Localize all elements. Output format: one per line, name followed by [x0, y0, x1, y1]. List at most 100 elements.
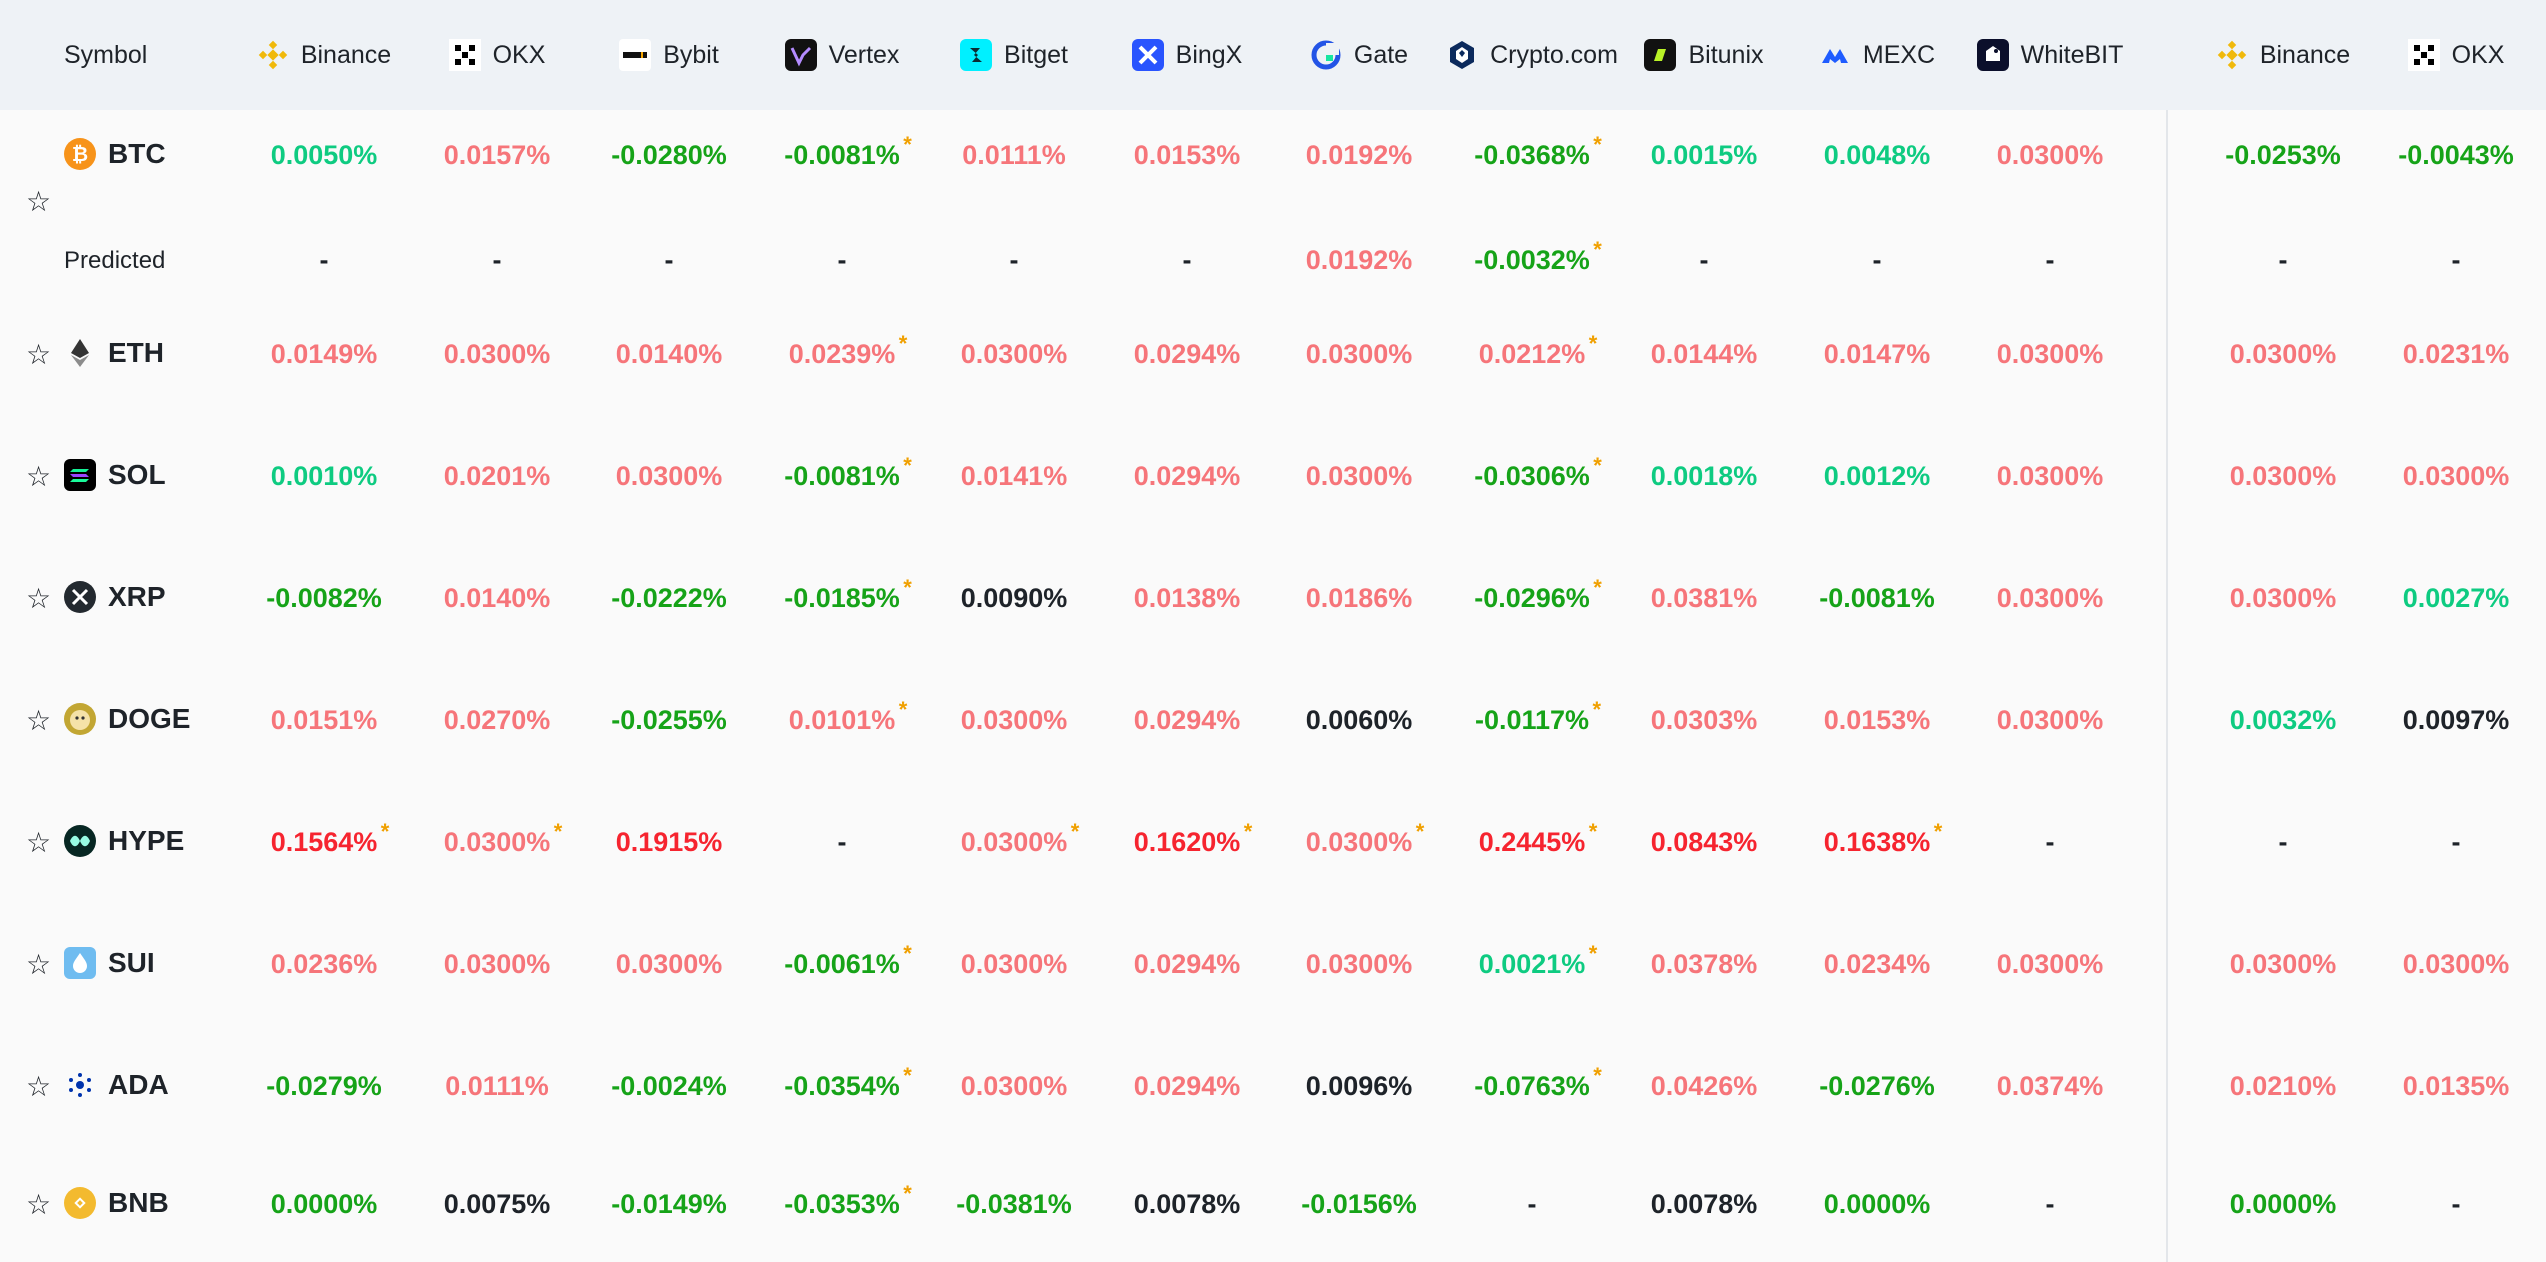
table-row-btc[interactable]: ☆ ₿ BTC 0.0050% 0.0157% -0.0280% -0.0081% * 0.01… — [0, 110, 2546, 295]
rate-value: 0.0300% * — [1305, 819, 1425, 857]
symbol-doge[interactable]: DOGE — [64, 703, 190, 735]
rate-value: - — [2045, 827, 2055, 857]
header-exchange-cryptocom[interactable]: Crypto.com — [1446, 0, 1618, 110]
sol-rate-cell: 0.0012% — [1791, 461, 1963, 492]
header-exchange-bybit[interactable]: Bybit — [583, 0, 755, 110]
estimated-marker: * — [898, 331, 908, 356]
btc-predicted-rate-cell: - — [2370, 245, 2542, 276]
eth-rate-cell: 0.0231% — [2370, 339, 2542, 370]
okx-icon — [2407, 39, 2440, 71]
btc-rate-cell: -0.0081% * — [756, 132, 928, 171]
rate-value: 0.1638% * — [1823, 819, 1943, 857]
btc-predicted-rate-cell: - — [928, 245, 1100, 276]
header-exchange-okx[interactable]: OKX — [411, 0, 583, 110]
header-exchange-bingx[interactable]: BingX — [1101, 0, 1273, 110]
symbol-sol[interactable]: SOL — [64, 459, 166, 491]
rate-value: 0.0300% — [960, 949, 1068, 979]
symbol-label: ETH — [108, 337, 164, 368]
estimated-marker: * — [1593, 1063, 1602, 1088]
favorite-star-icon[interactable]: ☆ — [26, 341, 54, 369]
rate-value: 0.0000% — [2229, 1189, 2337, 1219]
favorite-star-icon[interactable]: ☆ — [26, 1073, 54, 1101]
symbol-sui[interactable]: SUI — [64, 947, 155, 979]
rate-value: 0.0144% — [1650, 339, 1758, 369]
xrp-rate-cell: -0.0082% — [238, 583, 410, 614]
svg-text:₿: ₿ — [72, 142, 88, 166]
header-exchange-whitebit[interactable]: WhiteBIT — [1964, 0, 2136, 110]
btc-rate-cell: 0.0111% — [928, 140, 1100, 171]
rate-value: 0.0234% — [1823, 949, 1931, 979]
symbol-eth[interactable]: ETH — [64, 337, 164, 369]
header-exchange-mexc[interactable]: MEXC — [1791, 0, 1963, 110]
favorite-star-icon[interactable]: ☆ — [26, 188, 54, 216]
table-row-bnb[interactable]: ☆ BNB 0.0000% 0.0075% -0.0149% -0.0353% * -0.03… — [0, 1148, 2546, 1262]
doge-rate-cell: 0.0300% — [928, 705, 1100, 736]
header-exchange-binance[interactable]: Binance — [238, 0, 410, 110]
header-exchange-bitunix[interactable]: Bitunix — [1618, 0, 1790, 110]
header-symbol[interactable]: Symbol — [64, 0, 147, 110]
btc-rate-cell: 0.0153% — [1101, 140, 1273, 171]
favorite-star-icon[interactable]: ☆ — [26, 463, 54, 491]
rate-value: -0.0353% * — [784, 1181, 912, 1219]
table-row-xrp[interactable]: ☆ XRP -0.0082% 0.0140% -0.0222% -0.0185% * 0.00… — [0, 538, 2546, 661]
estimated-marker: * — [1593, 575, 1602, 600]
rate-value: -0.0296% * — [1474, 575, 1602, 613]
eth-rate-cell: 0.0144% — [1618, 339, 1790, 370]
eth-rate-cell: 0.0147% — [1791, 339, 1963, 370]
symbol-bnb[interactable]: BNB — [64, 1187, 169, 1219]
table-row-sol[interactable]: ☆ SOL 0.0010% 0.0201% 0.0300% -0.0081% * 0.0141… — [0, 416, 2546, 539]
hype-rate-cell: 0.1564% * — [238, 819, 410, 858]
hype-rate-cell: 0.1620% * — [1101, 819, 1273, 858]
favorite-star-icon[interactable]: ☆ — [26, 585, 54, 613]
hype-rate-cell: - — [2197, 827, 2369, 858]
rate-value: - — [2278, 827, 2288, 857]
table-row-hype[interactable]: ☆ HYPE 0.1564% * 0.0300% * 0.1915% - 0.0300% * 0.1… — [0, 782, 2546, 905]
symbol-btc[interactable]: ₿ BTC — [64, 138, 166, 170]
table-row-doge[interactable]: ☆ DOGE 0.0151% 0.0270% -0.0255% 0.0101% * 0.030… — [0, 660, 2546, 783]
bnb-icon — [64, 1187, 96, 1219]
header-exchange-gate[interactable]: Gate — [1273, 0, 1445, 110]
symbol-ada[interactable]: ADA — [64, 1069, 169, 1101]
bnb-rate-cell: 0.0078% — [1101, 1189, 1273, 1220]
favorite-star-icon[interactable]: ☆ — [26, 707, 54, 735]
favorite-star-icon[interactable]: ☆ — [26, 1191, 54, 1219]
rate-value: -0.0222% — [611, 583, 727, 613]
header-exchange-binance[interactable]: Binance — [2197, 0, 2369, 110]
rate-value: 0.0111% — [445, 1071, 549, 1101]
favorite-star-icon[interactable]: ☆ — [26, 951, 54, 979]
table-row-sui[interactable]: ☆ SUI 0.0236% 0.0300% 0.0300% -0.0061% * 0.0300… — [0, 904, 2546, 1027]
estimated-marker: * — [1588, 331, 1598, 356]
symbol-xrp[interactable]: XRP — [64, 581, 166, 613]
xrp-rate-cell: -0.0081% — [1791, 583, 1963, 614]
header-exchange-bitget[interactable]: Bitget — [928, 0, 1100, 110]
table-row-eth[interactable]: ☆ ETH 0.0149% 0.0300% 0.0140% 0.0239% * 0.0300%… — [0, 294, 2546, 417]
rate-value: 0.0294% — [1133, 1071, 1241, 1101]
xrp-rate-cell: 0.0186% — [1273, 583, 1445, 614]
rate-value: 0.0078% — [1650, 1189, 1758, 1219]
rate-value: 0.0096% — [1305, 1071, 1413, 1101]
symbol-hype[interactable]: HYPE — [64, 825, 184, 857]
header-exchange-label: MEXC — [1862, 40, 1936, 69]
rate-value: - — [492, 245, 502, 275]
rate-value: 0.1564% * — [270, 819, 390, 857]
rate-value: 0.0210% — [2229, 1071, 2337, 1101]
table-row-ada[interactable]: ☆ ADA -0.0279% 0.0111% -0.0024% -0.0354% * 0.03… — [0, 1026, 2546, 1149]
column-divider — [2166, 110, 2168, 1262]
hype-rate-cell: 0.0300% * — [928, 819, 1100, 858]
rate-value: -0.0279% — [266, 1071, 382, 1101]
estimated-marker: * — [903, 575, 912, 600]
rate-value: 0.0300% * — [960, 819, 1080, 857]
rate-value: 0.0032% — [2229, 705, 2337, 735]
sol-rate-cell: 0.0010% — [238, 461, 410, 492]
sui-rate-cell: 0.0300% — [928, 949, 1100, 980]
rate-value: 0.0300% — [615, 461, 723, 491]
favorite-star-icon[interactable]: ☆ — [26, 829, 54, 857]
rate-value: - — [1699, 245, 1709, 275]
header-exchange-okx[interactable]: OKX — [2370, 0, 2542, 110]
rate-value: 0.0300% — [1996, 339, 2104, 369]
estimated-marker: * — [903, 941, 912, 966]
estimated-marker: * — [1593, 132, 1602, 157]
header-exchange-vertex[interactable]: Vertex — [756, 0, 928, 110]
eth-rate-cell: 0.0300% — [928, 339, 1100, 370]
bnb-rate-cell: -0.0156% — [1273, 1189, 1445, 1220]
